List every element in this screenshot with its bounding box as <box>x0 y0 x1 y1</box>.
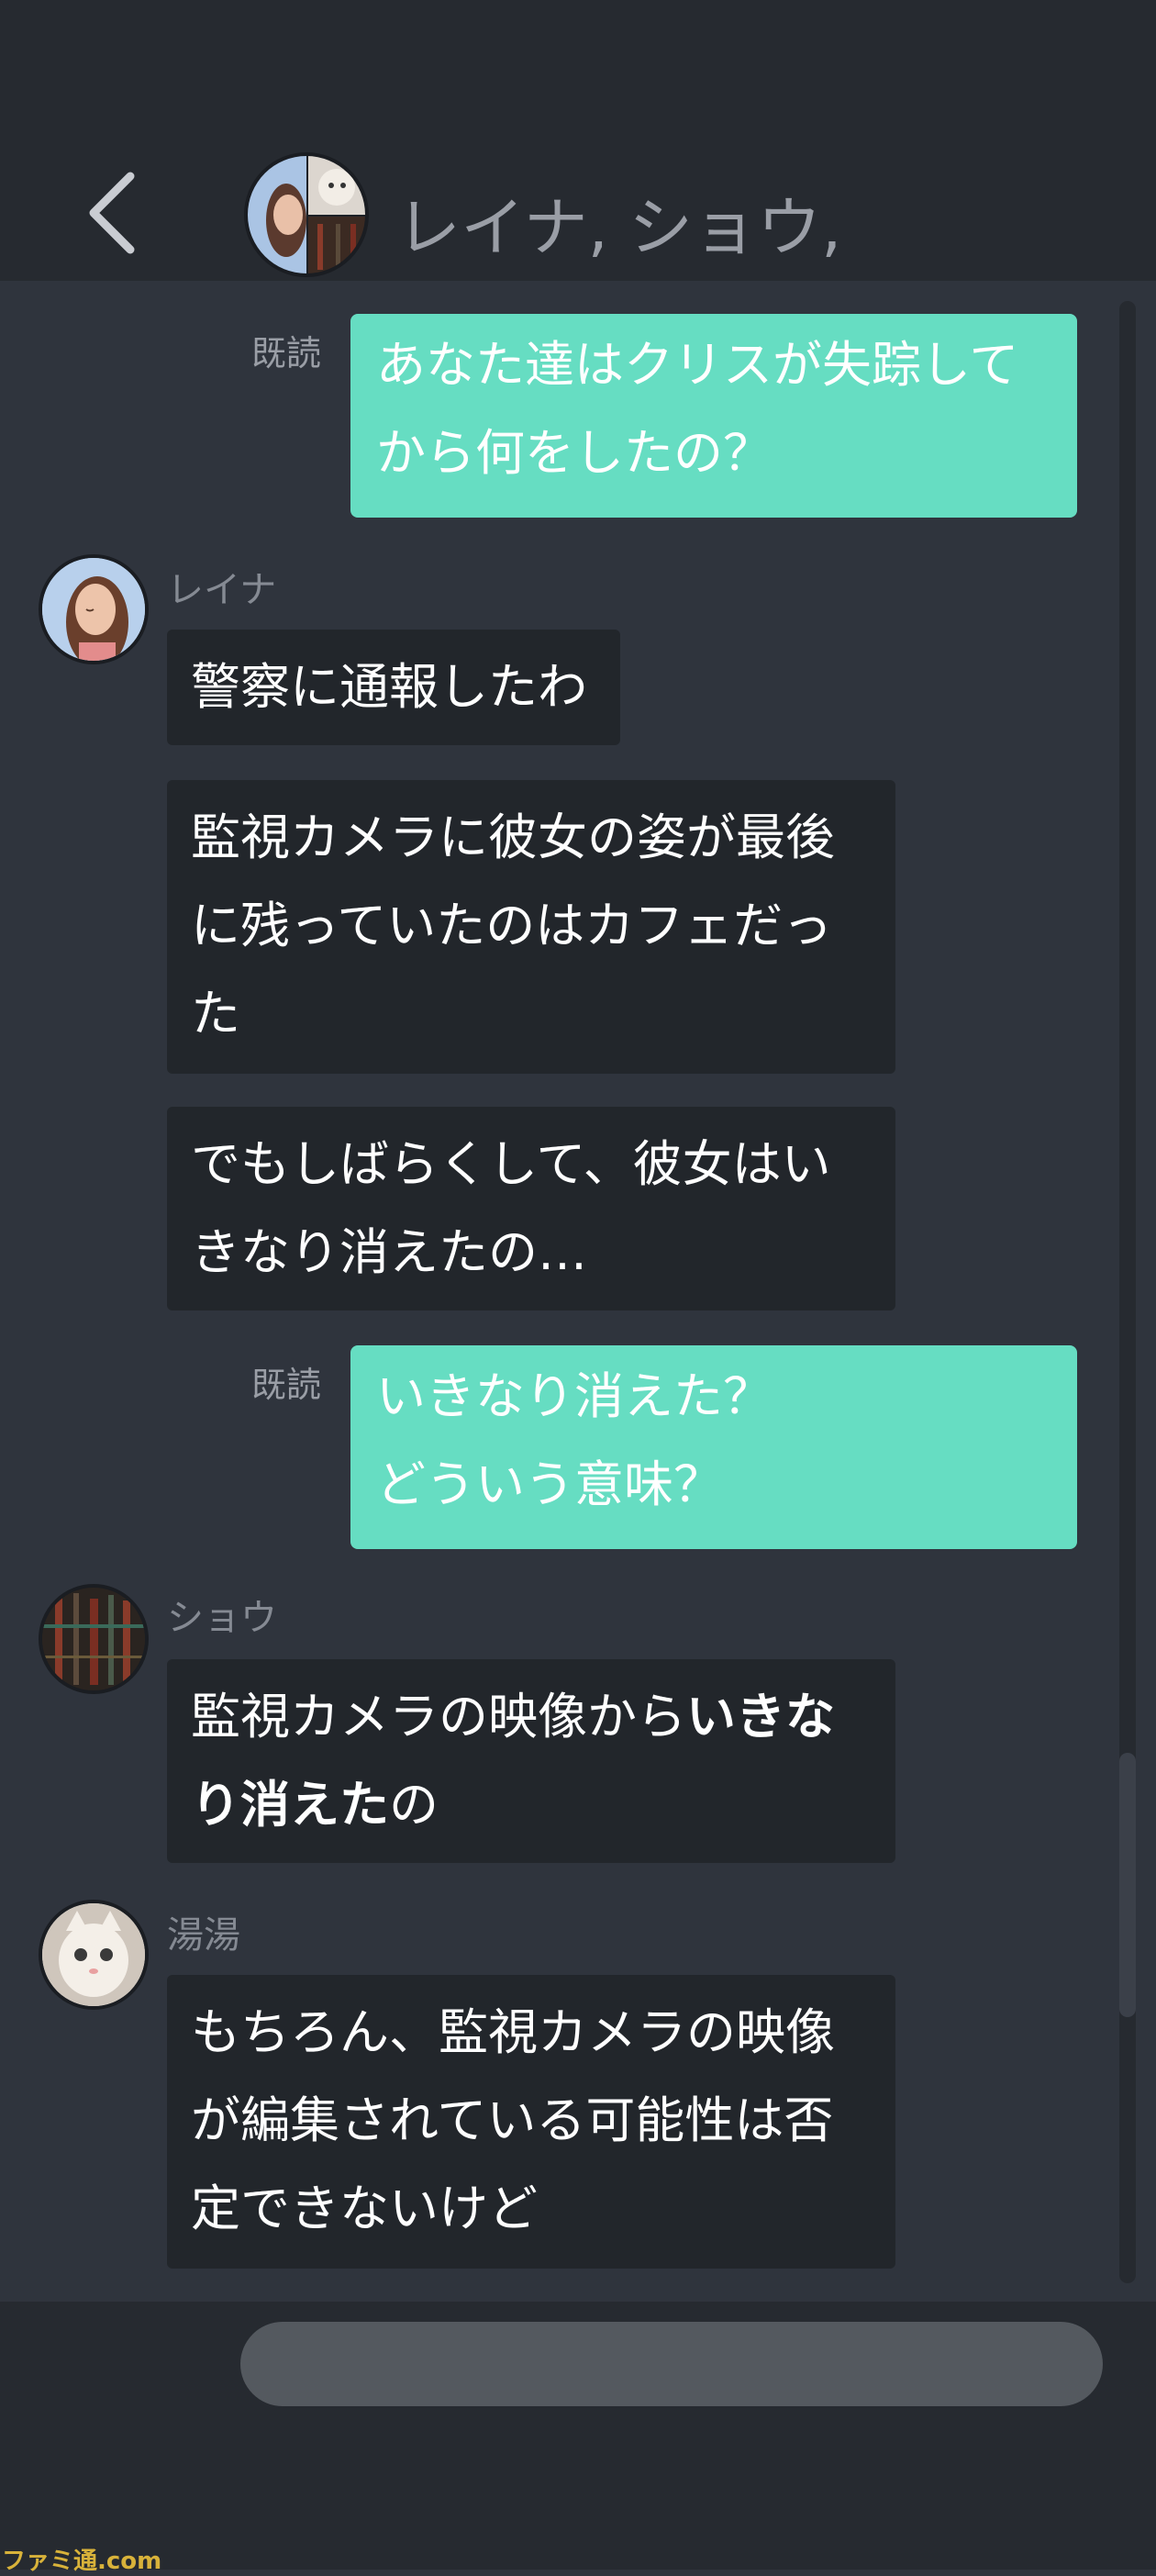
watermark-logo: ファミ通.com <box>2 2548 162 2575</box>
message-emphasis: いきな <box>686 1688 835 1745</box>
incoming-message[interactable]: 警察に通報したわ <box>167 630 620 745</box>
message-input[interactable] <box>240 2322 1103 2406</box>
message-text: もちろん、監視カメラの映像 が編集されている可能性は否 定できないけど <box>191 2003 835 2237</box>
scrollbar-thumb[interactable] <box>1119 1753 1136 2017</box>
incoming-message[interactable]: でもしばらくして、彼女はい きなり消えたの… <box>167 1107 895 1310</box>
chevron-left-icon <box>89 172 135 254</box>
sender-name: 湯湯 <box>167 1914 240 1957</box>
incoming-message[interactable]: 監視カメラに彼女の姿が最後 に残っていたのはカフェだっ た <box>167 780 895 1074</box>
sender-name: ショウ <box>167 1597 277 1639</box>
message-text-segment: の <box>389 1776 439 1834</box>
outgoing-message[interactable]: あなた達はクリスが失踪して から何をしたの？ <box>350 314 1077 518</box>
message-text: でもしばらくして、彼女はい きなり消えたの… <box>191 1135 831 1281</box>
message-text: 監視カメラに彼女の姿が最後 に残っていたのはカフェだっ た <box>191 808 835 1043</box>
message-text-segment: 監視カメラの映像から <box>191 1688 686 1745</box>
avatar-tangtang[interactable] <box>39 1900 149 2010</box>
read-receipt: 既読 <box>251 1365 322 1405</box>
incoming-message[interactable]: 監視カメラの映像からいきなり消えたの <box>167 1659 895 1863</box>
incoming-message[interactable]: もちろん、監視カメラの映像 が編集されている可能性は否 定できないけど <box>167 1975 895 2269</box>
group-avatar[interactable] <box>244 152 369 277</box>
sender-name: レイナ <box>167 569 277 611</box>
outgoing-message[interactable]: いきなり消えた？ どういう意味？ <box>350 1345 1077 1549</box>
read-receipt: 既読 <box>251 333 322 374</box>
message-text: あなた達はクリスが失踪して から何をしたの？ <box>376 336 1019 482</box>
message-emphasis: り消えた <box>191 1776 389 1834</box>
avatar-shou[interactable] <box>39 1584 149 1694</box>
message-text: 監視カメラの映像からいきなり消えたの <box>191 1673 872 1849</box>
group-title: レイナ, ショウ, <box>396 190 842 265</box>
back-button[interactable] <box>83 167 156 259</box>
message-text: いきなり消えた？ どういう意味？ <box>376 1367 773 1513</box>
avatar-reina[interactable] <box>39 554 149 664</box>
message-text: 警察に通報したわ <box>191 658 587 716</box>
